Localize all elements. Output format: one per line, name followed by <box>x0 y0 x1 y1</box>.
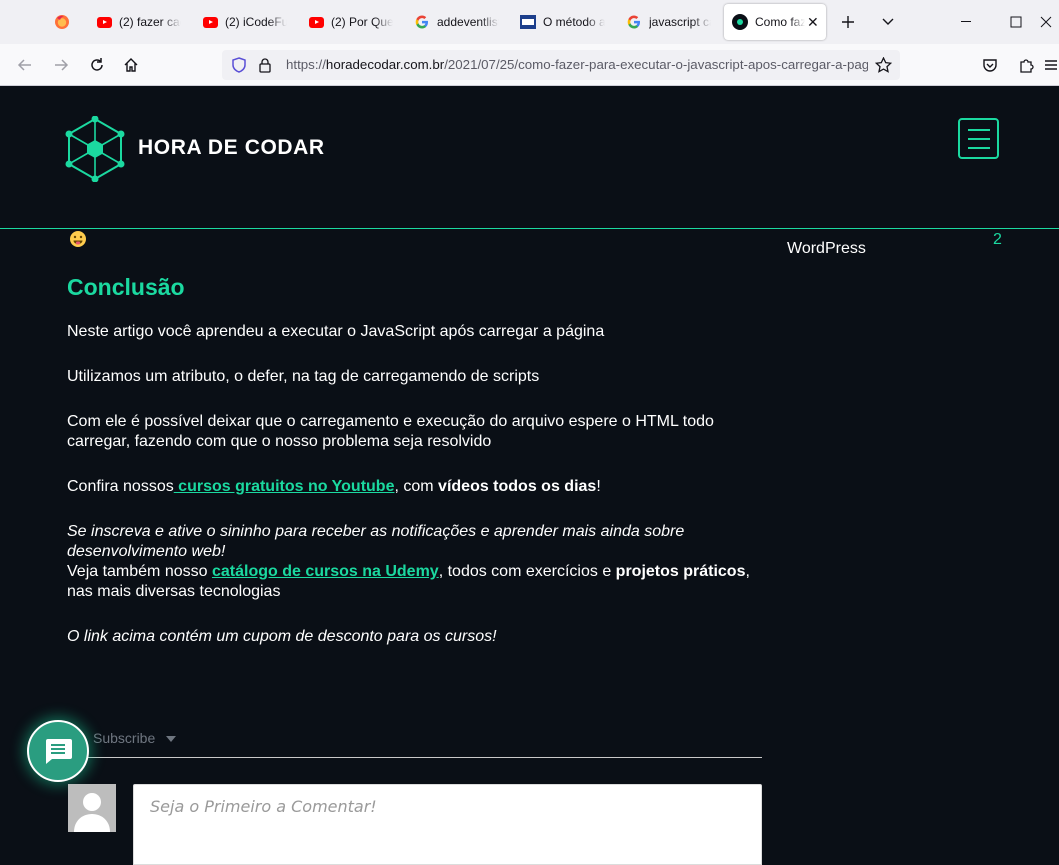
tab-diber[interactable]: O método a <box>514 4 620 40</box>
logo-icon[interactable] <box>64 115 126 187</box>
tab-label: O método a <box>543 15 605 29</box>
comment-input[interactable] <box>134 785 761 864</box>
firefox-icon <box>54 14 70 30</box>
comment-box <box>133 784 762 865</box>
menu-bar-icon <box>968 147 990 149</box>
minimize-icon <box>961 21 971 22</box>
section-heading: Conclusão <box>67 274 185 300</box>
url-text: https://horadecodar.com.br/2021/07/25/co… <box>286 50 868 80</box>
maximize-icon <box>1010 16 1022 28</box>
bold-text: vídeos todos os dias <box>438 478 597 495</box>
tab-google-1[interactable]: addeventlist <box>408 4 514 40</box>
chevron-down-icon <box>882 18 894 25</box>
hamburger-icon <box>1045 60 1057 70</box>
header-divider <box>0 228 1059 229</box>
url-host: horadecodar.com.br <box>325 57 445 72</box>
text: Confira nossos <box>67 478 174 495</box>
tab-firefox-view[interactable] <box>44 4 80 40</box>
tab-label: (2) fazer cac <box>119 15 181 29</box>
paragraph-4: Confira nossos cursos gratuitos no Youtu… <box>67 477 767 497</box>
youtube-courses-link[interactable]: cursos gratuitos no Youtube <box>174 478 394 495</box>
forward-button[interactable] <box>46 50 76 80</box>
bookmark-star-icon[interactable] <box>875 57 892 73</box>
browser-nav-bar: https://horadecodar.com.br/2021/07/25/co… <box>0 44 1059 86</box>
youtube-icon <box>96 14 112 30</box>
youtube-icon <box>308 14 324 30</box>
emoji-icon <box>69 230 87 253</box>
chat-icon <box>46 739 72 764</box>
lock-icon <box>259 58 271 73</box>
text: , todos com exercícios e <box>438 563 616 580</box>
close-tab-icon[interactable]: ✕ <box>807 14 819 31</box>
reload-icon <box>91 58 103 71</box>
bold-text: projetos práticos <box>615 563 746 580</box>
tab-label: javascript ca <box>649 15 711 29</box>
menu-bar-icon <box>968 138 990 140</box>
pocket-button[interactable] <box>975 50 1005 80</box>
menu-toggle-button[interactable] <box>958 118 999 159</box>
italic-text: Se inscreva e ative o sininho para receb… <box>67 523 685 560</box>
horadecodar-icon <box>732 14 748 30</box>
subscribe-dropdown[interactable]: Subscribe <box>93 730 155 746</box>
text: Veja também nosso <box>67 563 212 580</box>
tab-youtube-2[interactable]: (2) iCodeFu <box>196 4 302 40</box>
maximize-button[interactable] <box>993 0 1039 44</box>
new-tab-button[interactable] <box>836 8 860 36</box>
text: ! <box>596 478 601 495</box>
pocket-icon <box>983 59 997 72</box>
paragraph-6: O link acima contém um cupom de desconto… <box>67 627 767 647</box>
close-window-button[interactable] <box>1040 0 1059 44</box>
url-path: /2021/07/25/como-fazer-para-executar-o-j… <box>444 57 868 72</box>
minimize-button[interactable] <box>944 0 990 44</box>
chat-button[interactable] <box>27 720 89 782</box>
url-prefix: https:// <box>286 57 326 72</box>
text: , com <box>394 478 439 495</box>
shield-icon <box>232 57 246 73</box>
arrow-right-icon <box>55 59 69 71</box>
web-page: HORA DE CODAR Conclusão Neste artigo voc… <box>0 86 1059 865</box>
tab-youtube-1[interactable]: (2) fazer cac <box>90 4 196 40</box>
sidebar-category-count: 2 <box>993 231 1002 248</box>
caret-down-icon[interactable] <box>166 736 176 742</box>
paragraph-3: Com ele é possível deixar que o carregam… <box>67 413 714 450</box>
address-bar[interactable]: https://horadecodar.com.br/2021/07/25/co… <box>222 50 900 80</box>
site-title[interactable]: HORA DE CODAR <box>138 136 325 160</box>
reload-button[interactable] <box>82 50 112 80</box>
list-all-tabs-button[interactable] <box>876 8 900 36</box>
tab-youtube-3[interactable]: (2) Por Que <box>302 4 408 40</box>
menu-bar-icon <box>968 129 990 131</box>
tab-label: Como faz <box>755 15 805 29</box>
paragraph-1: Neste artigo você aprendeu a executar o … <box>67 323 605 340</box>
diber-icon <box>520 14 536 30</box>
tab-active-horadecodar[interactable]: Como faz ✕ <box>724 4 826 40</box>
back-button[interactable] <box>10 50 40 80</box>
user-icon <box>74 793 110 832</box>
menu-overflow-button[interactable] <box>1044 50 1059 80</box>
google-icon <box>414 14 430 30</box>
google-icon <box>626 14 642 30</box>
tab-label: (2) iCodeFu <box>225 15 287 29</box>
italic-text: O link acima contém um cupom de desconto… <box>67 628 497 645</box>
tab-label: addeventlist <box>437 15 499 29</box>
udemy-catalog-link[interactable]: catálogo de cursos na Udemy <box>212 563 439 580</box>
extensions-button[interactable] <box>1011 50 1041 80</box>
comments-divider <box>67 757 762 758</box>
sidebar-category-link[interactable]: WordPress <box>787 240 866 258</box>
arrow-left-icon <box>17 59 31 71</box>
puzzle-icon <box>1020 59 1034 73</box>
home-button[interactable] <box>116 50 146 80</box>
home-icon <box>124 58 138 72</box>
paragraph-2: Utilizamos um atributo, o defer, na tag … <box>67 368 540 385</box>
site-header: HORA DE CODAR <box>0 86 1059 228</box>
plus-icon <box>842 16 854 28</box>
tab-google-2[interactable]: javascript ca <box>620 4 726 40</box>
avatar <box>68 784 116 832</box>
paragraph-5: Se inscreva e ative o sininho para receb… <box>67 522 767 602</box>
browser-tab-bar: (2) fazer cac (2) iCodeFu (2) Por Que ad… <box>0 0 1059 44</box>
youtube-icon <box>202 14 218 30</box>
tab-label: (2) Por Que <box>331 15 393 29</box>
close-icon <box>1040 16 1052 28</box>
